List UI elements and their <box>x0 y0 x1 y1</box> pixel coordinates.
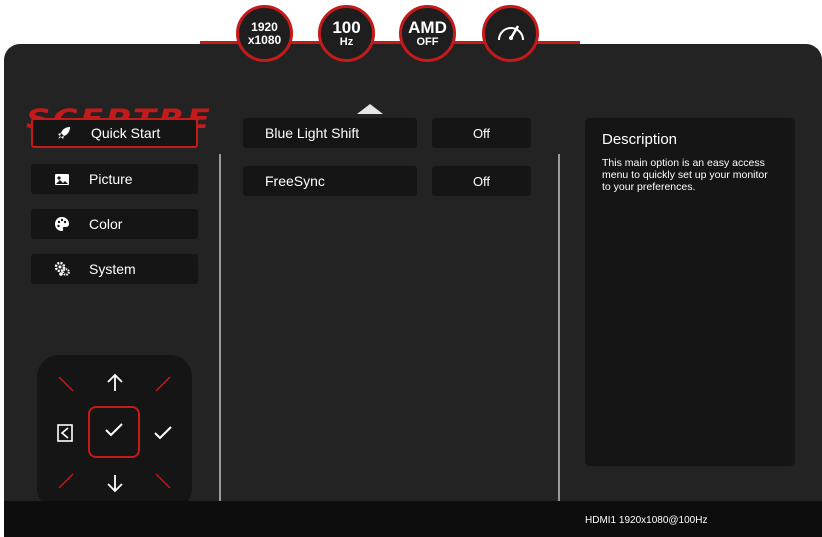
menu-label-picture: Picture <box>89 171 133 187</box>
resolution-line2: x1080 <box>247 32 282 47</box>
menu-item-color[interactable]: Color <box>31 209 198 239</box>
resolution-badge: 1920 x1080 <box>236 5 293 62</box>
checkmark-icon <box>104 422 124 443</box>
arrow-down-icon[interactable] <box>103 471 127 495</box>
exit-icon[interactable] <box>53 421 77 445</box>
status-bar: HDMI1 1920x1080@100Hz <box>4 501 822 537</box>
gears-icon <box>53 260 71 278</box>
amd-state: OFF <box>416 35 439 48</box>
scroll-up-icon[interactable] <box>357 104 383 114</box>
resolution-line1: 1920 <box>251 19 278 34</box>
menu-label-system: System <box>89 261 136 277</box>
speedometer-icon <box>496 19 526 48</box>
description-title: Description <box>602 131 678 148</box>
description-text: This main option is an easy access menu … <box>602 157 768 193</box>
input-signal-text: HDMI1 1920x1080@100Hz <box>585 515 708 526</box>
select-button[interactable] <box>88 406 140 458</box>
divider-right <box>558 154 560 522</box>
rocket-icon <box>55 124 73 142</box>
palette-icon <box>53 215 71 233</box>
refresh-unit: Hz <box>339 35 354 48</box>
amd-freesync-badge: AMD OFF <box>399 5 456 62</box>
menu-item-system[interactable]: System <box>31 254 198 284</box>
menu-label-quick-start: Quick Start <box>91 125 161 141</box>
refresh-rate-badge: 100 Hz <box>318 5 375 62</box>
option-blue-light-shift[interactable]: Blue Light Shift <box>243 118 417 148</box>
picture-icon <box>53 170 71 188</box>
speedometer-badge <box>482 5 539 62</box>
description-panel: Description This main option is an easy … <box>585 118 795 466</box>
right-checkmark-icon[interactable] <box>151 421 175 445</box>
option-freesync[interactable]: FreeSync <box>243 166 417 196</box>
navigation-pad <box>37 355 192 510</box>
menu-item-picture[interactable]: Picture <box>31 164 198 194</box>
refresh-value: 100 <box>332 17 361 37</box>
option-value-freesync[interactable]: Off <box>432 166 531 196</box>
amd-label: AMD <box>408 17 447 37</box>
arrow-up-icon[interactable] <box>103 371 127 395</box>
option-value-blue-light-shift[interactable]: Off <box>432 118 531 148</box>
menu-label-color: Color <box>89 216 123 232</box>
osd-panel: SCEPTRE Quick Start Picture Color System <box>4 44 822 537</box>
divider-left <box>219 154 221 522</box>
menu-item-quick-start[interactable]: Quick Start <box>31 118 198 148</box>
